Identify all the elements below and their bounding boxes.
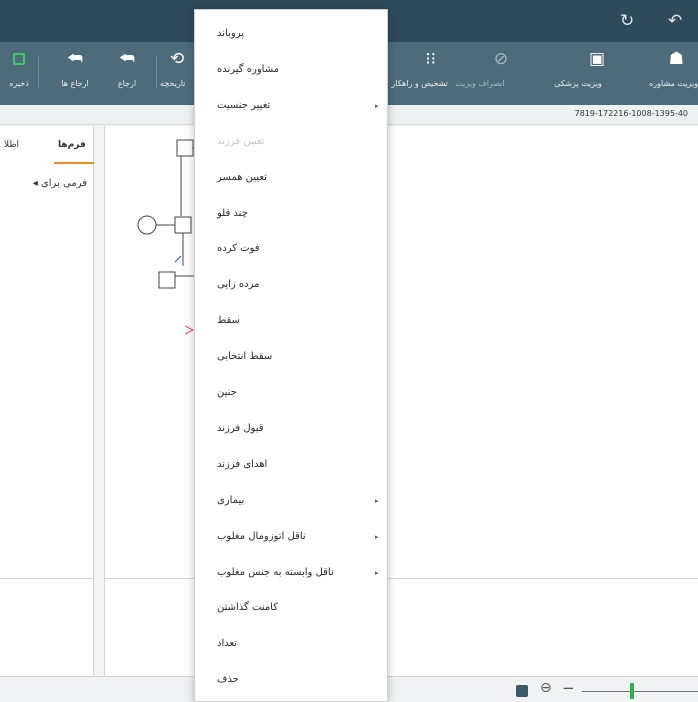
context-menu-item[interactable]: سقط انتخابی	[195, 343, 387, 373]
active-tab-indicator	[54, 162, 94, 164]
pedigree-male-symbol[interactable]	[174, 216, 192, 234]
tab-info[interactable]: اطلا	[4, 140, 19, 150]
submenu-arrow-icon: ▸	[375, 532, 379, 541]
context-menu-item-label: سقط	[217, 315, 240, 327]
zoom-out-icon[interactable]: ⊖	[540, 680, 552, 696]
save-label: ذخیره	[9, 79, 29, 88]
context-menu-item-label: چند قلو	[217, 207, 248, 219]
history-label: تاریخچه	[160, 79, 186, 88]
cancel-icon: ⊘	[493, 49, 509, 69]
context-menu-item-label: تعیین فرزند	[217, 135, 265, 147]
diagnosis-button[interactable]: ⁝⁝ تشخیص و راهکار	[388, 42, 450, 105]
context-menu-item[interactable]: حذف	[195, 666, 387, 696]
submenu-arrow-icon: ▸	[375, 496, 379, 505]
save-icon	[13, 53, 25, 65]
context-menu-item-label: مرده زایی	[217, 279, 260, 291]
context-menu-item-label: سقط انتخابی	[217, 351, 273, 363]
proband-arrow	[174, 255, 182, 263]
context-menu-item-label: تعیین همسر	[217, 171, 267, 183]
context-menu-item[interactable]: کامنت گذاشتن	[195, 594, 387, 624]
referrals-label: ارجاع ها	[61, 79, 89, 88]
bottom-left-panel	[0, 578, 94, 676]
context-menu-item[interactable]: فوت کرده	[195, 235, 387, 265]
pedigree-female-symbol[interactable]	[137, 215, 157, 235]
context-menu: پروباند مشاوره گیرنده تغییر جنسیت ▸ تعیین فر…	[194, 9, 388, 702]
context-menu-item[interactable]: تغییر جنسیت ▸	[195, 92, 387, 122]
context-menu-item[interactable]: تعداد	[195, 630, 387, 660]
context-menu-item-label: فوت کرده	[217, 243, 260, 255]
history-button[interactable]: ⟲ تاریخچه	[160, 42, 194, 105]
context-menu-item-label: مشاوره گیرنده	[217, 63, 279, 75]
reply-all-icon: ⮪	[67, 49, 83, 69]
context-menu-item-label: قبول فرزند	[217, 422, 264, 434]
cancel-visit-button[interactable]: ⊘ انصراف ویزیت	[450, 42, 510, 105]
pedigree-male-symbol[interactable]	[176, 139, 194, 157]
context-menu-item-label: بیماری	[217, 494, 245, 506]
context-menu-item-label: کامنت گذاشتن	[217, 602, 278, 614]
context-menu-item[interactable]: ناقل اتوزومال مغلوب ▸	[195, 523, 387, 553]
pedigree-male-symbol[interactable]	[158, 271, 176, 289]
pedigree-marker	[184, 325, 195, 335]
context-menu-item[interactable]: چند قلو	[195, 200, 387, 230]
context-menu-item: تعیین فرزند	[195, 128, 387, 158]
context-menu-item-label: اهدای فرزند	[217, 458, 268, 470]
people-icon: ☗	[668, 49, 684, 69]
submenu-arrow-icon: ▸	[375, 101, 379, 110]
context-menu-item-label: تعداد	[217, 638, 238, 650]
redo-icon[interactable]: ↻	[620, 11, 634, 31]
context-menu-item[interactable]: اهدای فرزند	[195, 451, 387, 481]
record-id: 7819-172216-1008-1395-40	[574, 109, 688, 118]
context-menu-item[interactable]: تعیین همسر	[195, 164, 387, 194]
context-menu-item[interactable]: جنین	[195, 379, 387, 409]
context-menu-item-label: حذف	[217, 674, 239, 686]
context-menu-item[interactable]: مشاوره گیرنده	[195, 56, 387, 86]
tab-forms[interactable]: فرم‌ها	[58, 140, 86, 150]
zoom-slider-track[interactable]	[582, 691, 698, 692]
medical-bag-icon: ▣	[588, 49, 606, 69]
diagnosis-label: تشخیص و راهکار	[391, 79, 448, 88]
cancel-visit-label: انصراف ویزیت	[455, 79, 505, 88]
save-button[interactable]: ذخیره	[0, 42, 38, 105]
refer-button[interactable]: ⮪ ارجاع	[110, 42, 144, 105]
form-list-item[interactable]: ◂ فرمی برای	[33, 178, 87, 189]
context-menu-item-label: پروباند	[217, 28, 244, 39]
app-window: ↻ ↶ ذخیره ⮪ ارجاع ها ⮪ ارجاع ⟲ تاریخچه ⁝…	[0, 0, 698, 702]
diagnosis-icon: ⁝⁝	[425, 49, 436, 69]
context-menu-item[interactable]: مرده زایی	[195, 271, 387, 301]
context-menu-item[interactable]: بیماری ▸	[195, 487, 387, 517]
reply-icon: ⮪	[119, 49, 135, 69]
context-menu-item-label: تغییر جنسیت	[217, 99, 271, 111]
submenu-arrow-icon: ▸	[375, 568, 379, 577]
forms-panel: اطلا فرم‌ها ◂ فرمی برای	[0, 126, 94, 578]
history-icon: ⟲	[170, 49, 185, 69]
zoom-slider-thumb[interactable]	[630, 683, 634, 699]
refer-label: ارجاع	[117, 79, 137, 88]
fit-screen-icon[interactable]	[516, 685, 528, 697]
context-menu-item[interactable]: ناقل وابسته به جنس مغلوب ▸	[195, 559, 387, 589]
context-menu-item[interactable]: قبول فرزند	[195, 415, 387, 445]
context-menu-item[interactable]: سقط	[195, 307, 387, 337]
toolbar-divider	[156, 56, 157, 88]
consult-visit-label: ویزیت مشاوره	[649, 79, 698, 88]
medical-visit-button[interactable]: ▣ ویزیت پزشکی	[548, 42, 608, 105]
medical-visit-label: ویزیت پزشکی	[554, 79, 602, 88]
toolbar-divider	[38, 56, 39, 88]
context-menu-item-label: ناقل اتوزومال مغلوب	[217, 530, 306, 542]
context-menu-item[interactable]: پروباند	[195, 20, 387, 50]
consult-visit-button[interactable]: ☗ ویزیت مشاوره	[642, 42, 698, 105]
referrals-button[interactable]: ⮪ ارجاع ها	[56, 42, 94, 105]
zoom-minus-icon[interactable]: −	[562, 679, 575, 697]
undo-icon[interactable]: ↶	[668, 11, 682, 31]
context-menu-item-label: جنین	[217, 387, 237, 398]
panel-tabs: اطلا فرم‌ها	[0, 136, 94, 164]
context-menu-item-label: ناقل وابسته به جنس مغلوب	[217, 566, 334, 578]
